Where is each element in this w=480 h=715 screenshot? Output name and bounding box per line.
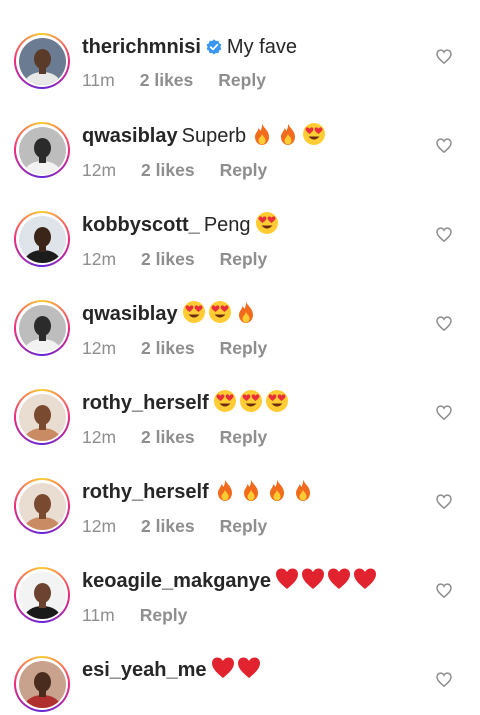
comment-row: therichmnisi My fave 11m 2 likes Reply bbox=[0, 0, 480, 91]
story-ring[interactable] bbox=[14, 567, 70, 623]
like-heart-icon[interactable] bbox=[436, 405, 452, 425]
comment-username[interactable]: rothy_herself bbox=[82, 481, 209, 503]
red-heart-emoji-icon bbox=[211, 657, 234, 678]
comment-username[interactable]: qwasiblay bbox=[82, 125, 178, 147]
comment-row: keoagile_makganye 11m Reply bbox=[0, 534, 480, 625]
verified-badge-icon bbox=[205, 36, 223, 64]
comment-row: qwasiblay 12m 2 likes Reply bbox=[0, 267, 480, 358]
comment-username[interactable]: esi_yeah_me bbox=[82, 659, 207, 681]
avatar[interactable] bbox=[18, 215, 66, 263]
story-ring[interactable] bbox=[14, 33, 70, 89]
avatar[interactable] bbox=[18, 126, 66, 174]
avatar[interactable] bbox=[18, 393, 66, 441]
comment-username[interactable]: kobbyscott_ bbox=[82, 214, 200, 236]
like-heart-icon[interactable] bbox=[436, 138, 452, 158]
comment-text: My fave bbox=[226, 36, 297, 58]
heart-eyes-emoji-icon bbox=[208, 301, 231, 323]
reply-button[interactable]: Reply bbox=[218, 70, 266, 91]
comment-row: rothy_herself 12m 2 likes Reply bbox=[0, 445, 480, 536]
story-ring[interactable] bbox=[14, 478, 70, 534]
story-ring[interactable] bbox=[14, 211, 70, 267]
comment-row: qwasiblay Superb 12m 2 likes Reply bbox=[0, 89, 480, 180]
comment-username[interactable]: therichmnisi bbox=[82, 36, 201, 58]
fire-emoji-icon bbox=[269, 479, 284, 501]
heart-eyes-emoji-icon bbox=[265, 390, 288, 412]
avatar[interactable] bbox=[18, 37, 66, 85]
red-heart-emoji-icon bbox=[328, 568, 350, 589]
red-heart-emoji-icon bbox=[237, 657, 260, 678]
comment-emojis bbox=[250, 122, 328, 154]
avatar[interactable] bbox=[18, 304, 66, 352]
comment-username[interactable]: qwasiblay bbox=[82, 303, 178, 325]
comment-timestamp: 11m bbox=[82, 70, 115, 90]
story-ring[interactable] bbox=[14, 122, 70, 178]
like-heart-icon[interactable] bbox=[436, 583, 452, 603]
likes-count-button[interactable]: 2 likes bbox=[140, 70, 194, 91]
story-ring[interactable] bbox=[14, 656, 70, 712]
story-ring[interactable] bbox=[14, 300, 70, 356]
comment-emojis bbox=[255, 211, 281, 243]
comment-row: esi_yeah_me bbox=[0, 623, 480, 712]
like-heart-icon[interactable] bbox=[436, 494, 452, 514]
avatar[interactable] bbox=[18, 660, 66, 708]
fire-emoji-icon bbox=[238, 301, 253, 323]
comment-emojis bbox=[182, 300, 260, 332]
like-heart-icon[interactable] bbox=[436, 49, 452, 69]
fire-emoji-icon bbox=[217, 479, 232, 501]
comment-emojis bbox=[213, 389, 291, 421]
comment-text: Superb bbox=[181, 125, 247, 147]
fire-emoji-icon bbox=[281, 123, 296, 145]
avatar[interactable] bbox=[18, 571, 66, 619]
like-heart-icon[interactable] bbox=[436, 672, 452, 692]
heart-eyes-emoji-icon bbox=[239, 390, 262, 412]
comment-row: kobbyscott_ Peng 12m 2 likes Reply bbox=[0, 178, 480, 269]
comment-text: Peng bbox=[203, 214, 251, 236]
red-heart-emoji-icon bbox=[276, 568, 298, 589]
red-heart-emoji-icon bbox=[302, 568, 324, 589]
fire-emoji-icon bbox=[295, 479, 310, 501]
heart-eyes-emoji-icon bbox=[255, 212, 278, 234]
comments-list: therichmnisi My fave 11m 2 likes Reply q… bbox=[0, 0, 480, 712]
like-heart-icon[interactable] bbox=[436, 316, 452, 336]
red-heart-emoji-icon bbox=[354, 568, 376, 589]
heart-eyes-emoji-icon bbox=[213, 390, 236, 412]
heart-eyes-emoji-icon bbox=[182, 301, 205, 323]
comment-emojis bbox=[213, 478, 317, 510]
fire-emoji-icon bbox=[243, 479, 258, 501]
comment-emojis bbox=[275, 567, 379, 599]
like-heart-icon[interactable] bbox=[436, 227, 452, 247]
comment-username[interactable]: rothy_herself bbox=[82, 392, 209, 414]
story-ring[interactable] bbox=[14, 389, 70, 445]
comment-emojis bbox=[211, 656, 263, 688]
comment-username[interactable]: keoagile_makganye bbox=[82, 570, 271, 592]
avatar[interactable] bbox=[18, 482, 66, 530]
fire-emoji-icon bbox=[255, 123, 270, 145]
comment-row: rothy_herself 12m 2 likes Reply bbox=[0, 356, 480, 447]
heart-eyes-emoji-icon bbox=[303, 123, 326, 145]
